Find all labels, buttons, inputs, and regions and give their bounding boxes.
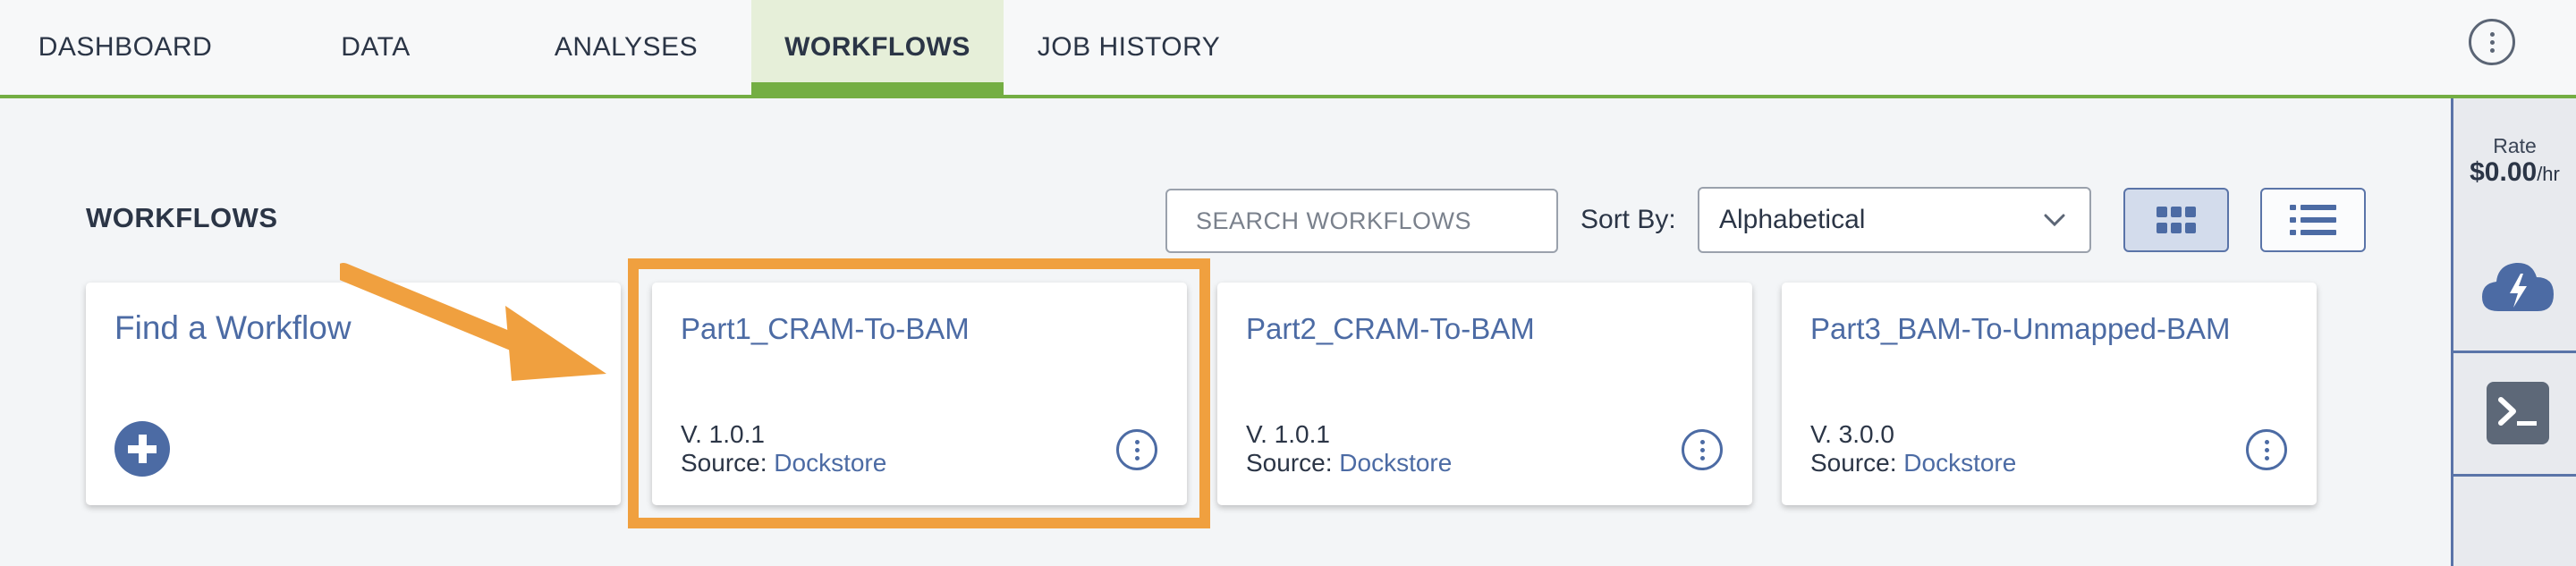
sort-select[interactable]: Alphabetical bbox=[1698, 187, 2091, 253]
workflow-source: Source: Dockstore bbox=[1810, 449, 2017, 477]
find-workflow-card[interactable]: Find a Workflow bbox=[86, 283, 621, 505]
kebab-icon bbox=[1699, 439, 1705, 460]
rate-value: $0.00/hr bbox=[2470, 157, 2560, 187]
sort-by-label: Sort By: bbox=[1580, 205, 1676, 234]
workflow-options-button[interactable] bbox=[1682, 429, 1723, 470]
kebab-icon bbox=[1134, 439, 1140, 460]
more-options-button[interactable] bbox=[2469, 19, 2515, 65]
workflow-options-button[interactable] bbox=[2246, 429, 2287, 470]
sort-select-value: Alphabetical bbox=[1719, 205, 1866, 234]
list-view-icon bbox=[2290, 205, 2336, 235]
workflow-card[interactable]: Part3_BAM-To-Unmapped-BAM V. 3.0.0 Sourc… bbox=[1782, 283, 2317, 505]
rate-label: Rate bbox=[2493, 134, 2537, 157]
workflow-card[interactable]: Part2_CRAM-To-BAM V. 1.0.1 Source: Docks… bbox=[1217, 283, 1752, 505]
workflow-version: V. 3.0.0 bbox=[1810, 420, 1894, 448]
workflow-options-button[interactable] bbox=[1116, 429, 1157, 470]
find-workflow-title: Find a Workflow bbox=[114, 309, 352, 346]
cloud-lightning-icon bbox=[2482, 262, 2554, 311]
workflow-source: Source: Dockstore bbox=[681, 449, 887, 477]
workflow-title[interactable]: Part1_CRAM-To-BAM bbox=[681, 312, 970, 346]
grid-view-icon bbox=[2157, 207, 2196, 233]
tab-workflows[interactable]: WORKFLOWS bbox=[751, 0, 1004, 95]
terminal-button[interactable] bbox=[2487, 382, 2549, 444]
sidebar-divider bbox=[2453, 351, 2576, 353]
source-link[interactable]: Dockstore bbox=[1903, 449, 2016, 477]
source-link[interactable]: Dockstore bbox=[774, 449, 886, 477]
tab-analyses[interactable]: ANALYSES bbox=[501, 0, 751, 95]
page-title: WORKFLOWS bbox=[86, 202, 278, 233]
workflow-title[interactable]: Part3_BAM-To-Unmapped-BAM bbox=[1810, 312, 2231, 346]
workflow-source: Source: Dockstore bbox=[1246, 449, 1453, 477]
plus-icon[interactable] bbox=[114, 421, 170, 477]
search-workflows-input[interactable] bbox=[1165, 189, 1558, 253]
tab-job-history[interactable]: JOB HISTORY bbox=[1004, 0, 1254, 95]
tab-dashboard[interactable]: DASHBOARD bbox=[0, 0, 250, 95]
list-view-button[interactable] bbox=[2260, 188, 2366, 252]
top-nav: DASHBOARD DATA ANALYSES WORKFLOWS JOB HI… bbox=[0, 0, 2576, 98]
kebab-icon bbox=[2489, 31, 2495, 53]
sidebar-divider bbox=[2453, 474, 2576, 477]
source-link[interactable]: Dockstore bbox=[1339, 449, 1452, 477]
workflow-version: V. 1.0.1 bbox=[681, 420, 765, 448]
kebab-icon bbox=[2264, 439, 2269, 460]
cloud-environment-button[interactable] bbox=[2480, 258, 2555, 317]
terminal-icon bbox=[2498, 397, 2537, 426]
chevron-down-icon bbox=[2044, 214, 2065, 227]
tab-data[interactable]: DATA bbox=[250, 0, 501, 95]
workflow-card[interactable]: Part1_CRAM-To-BAM V. 1.0.1 Source: Docks… bbox=[652, 283, 1187, 505]
runtime-sidebar: Rate $0.00/hr bbox=[2451, 98, 2576, 566]
workflow-title[interactable]: Part2_CRAM-To-BAM bbox=[1246, 312, 1535, 346]
grid-view-button[interactable] bbox=[2123, 188, 2229, 252]
workflow-version: V. 1.0.1 bbox=[1246, 420, 1330, 448]
